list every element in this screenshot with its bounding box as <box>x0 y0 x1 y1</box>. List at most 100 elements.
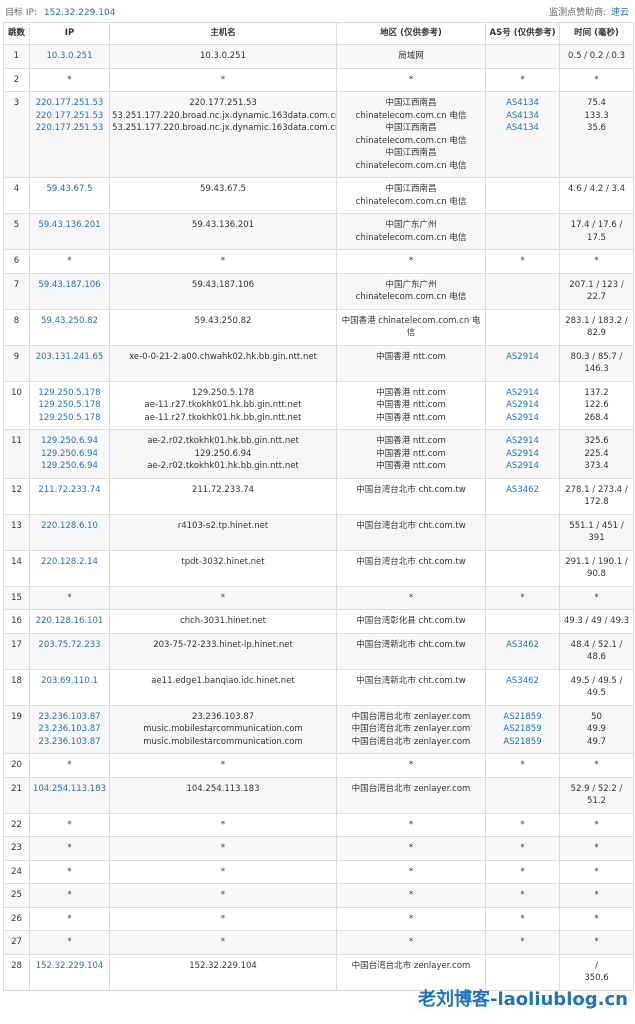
traceroute-table: 跳数 IP 主机名 地区 (仅供参考) AS号 (仅供参考) 时间 (毫秒) 1… <box>3 22 634 991</box>
hostname-cell: * <box>109 836 337 861</box>
region-text: 中国香港 chinatelecom.com.cn 电信 <box>341 315 481 339</box>
ip-link[interactable]: 220.177.251.53 <box>32 97 107 110</box>
ip-link[interactable]: 129.250.5.178 <box>32 399 107 412</box>
ip-link[interactable]: 203.131.241.65 <box>32 351 107 364</box>
as-link[interactable]: AS21859 <box>488 711 557 724</box>
as-link[interactable]: AS2914 <box>488 460 557 473</box>
ip-link[interactable]: 23.236.103.87 <box>32 723 107 736</box>
region-text: 中国台湾台北市 cht.com.tw <box>356 520 466 531</box>
as-link[interactable]: AS2914 <box>488 448 557 461</box>
region-text: 中国江西南昌 <box>385 98 437 108</box>
as-link[interactable]: AS3462 <box>488 639 557 652</box>
ip-link[interactable]: 220.177.251.53 <box>32 122 107 135</box>
region-cell: 中国广东广州 chinatelecom.com.cn 电信 <box>336 272 486 310</box>
table-row: 22 * * * * * <box>3 812 634 837</box>
as-link[interactable]: AS2914 <box>488 399 557 412</box>
as-cell: * <box>485 812 560 837</box>
ip-link[interactable]: 23.236.103.87 <box>32 736 107 749</box>
ip-link[interactable]: 59.43.136.201 <box>32 219 107 232</box>
region-cell: 中国香港 ntt.com <box>336 344 486 382</box>
ip-link[interactable]: 220.128.6.10 <box>32 520 107 533</box>
region-cell: 局域网 <box>336 44 486 69</box>
ip-link[interactable]: 59.43.250.82 <box>32 315 107 328</box>
ip-link[interactable]: 203.69.110.1 <box>32 675 107 688</box>
ip-link[interactable]: 220.177.251.53 <box>32 110 107 123</box>
region-cell: 中国香港 ntt.com 中国香港 ntt.com 中国香港 ntt.com <box>336 380 486 430</box>
hostname-text: 129.250.6.94 <box>194 448 252 459</box>
ip-link[interactable]: 220.128.2.14 <box>32 556 107 569</box>
ip-link[interactable]: 129.250.5.178 <box>32 387 107 400</box>
ip-link[interactable]: 220.128.16.101 <box>32 615 107 628</box>
region-cell: 中国台湾彰化县 cht.com.tw <box>336 609 486 634</box>
hostname-text: * <box>220 843 226 853</box>
as-link[interactable]: AS4134 <box>488 122 557 135</box>
hop-cell: 27 <box>3 930 30 955</box>
hop-cell: 7 <box>3 272 30 310</box>
as-cell <box>485 776 560 814</box>
ip-link[interactable]: 129.250.5.178 <box>32 412 107 425</box>
as-link: * <box>520 866 525 877</box>
ip-link[interactable]: 10.3.0.251 <box>32 50 107 63</box>
as-cell: AS3462 <box>485 668 560 706</box>
as-link[interactable]: AS21859 <box>488 723 557 736</box>
ip-cell: 104.254.113.183 <box>29 776 110 814</box>
region-cell: 中国台湾台北市 zenlayer.com 中国台湾台北市 zenlayer.com… <box>336 704 486 754</box>
ip-link[interactable]: 129.250.6.94 <box>32 460 107 473</box>
region-text: * <box>408 913 414 924</box>
hostname-cell: 104.254.113.183 <box>109 776 337 814</box>
as-link[interactable]: AS2914 <box>488 412 557 425</box>
top-bar: 目标 IP: 152.32.229.104 监测点赞助商: 速云 <box>0 0 635 22</box>
region-text: 中国台湾彰化县 cht.com.tw <box>356 616 466 626</box>
region-text: * <box>408 760 414 770</box>
as-link[interactable]: AS4134 <box>488 110 557 123</box>
ip-link[interactable]: 203.75.72.233 <box>32 639 107 652</box>
ip-link[interactable]: 59.43.187.106 <box>32 279 107 292</box>
ip-link[interactable]: 104.254.113.183 <box>32 783 107 796</box>
hostname-text: music.mobilestarcommunication.com <box>143 724 303 734</box>
hostname-text: music.mobilestarcommunication.com <box>143 736 303 747</box>
time-cell: * <box>559 906 634 931</box>
col-as-header: AS号 (仅供参考) <box>485 22 560 45</box>
ip-cell: * <box>29 585 110 610</box>
as-link[interactable]: AS21859 <box>488 736 557 749</box>
ip-link: * <box>67 819 72 830</box>
as-cell <box>485 308 560 346</box>
as-link[interactable]: AS4134 <box>488 97 557 110</box>
region-text: 中国江西南昌 <box>385 184 437 194</box>
region-text: * <box>408 937 414 947</box>
region-text: * <box>408 74 414 85</box>
ip-cell: 220.128.16.101 <box>29 609 110 634</box>
target-ip[interactable]: 152.32.229.104 <box>44 8 116 18</box>
ip-link: * <box>67 760 72 770</box>
time-cell: 75.4 133.3 35.6 <box>559 91 634 178</box>
as-cell: AS21859 AS21859 AS21859 <box>485 704 560 754</box>
table-row: 11 129.250.6.94 129.250.6.94 129.250.6.94 ae… <box>3 429 634 479</box>
as-link[interactable]: AS3462 <box>488 484 557 497</box>
as-link[interactable]: AS3462 <box>488 675 557 688</box>
ip-link[interactable]: 129.250.6.94 <box>32 448 107 461</box>
hostname-text: * <box>220 866 226 877</box>
as-link[interactable]: AS2914 <box>488 351 557 364</box>
as-link: * <box>520 760 525 770</box>
ip-link[interactable]: 211.72.233.74 <box>32 484 107 497</box>
ip-cell: * <box>29 859 110 884</box>
region-text: 局域网 <box>398 51 424 61</box>
ip-link[interactable]: 129.250.6.94 <box>32 435 107 448</box>
ip-link[interactable]: 152.32.229.104 <box>32 960 107 973</box>
table-row: 26 * * * * * <box>3 906 634 931</box>
region-cell: * <box>336 883 486 908</box>
time-cell: 283.1 / 183.2 / 82.9 <box>559 308 634 346</box>
table-row: 17 203.75.72.233 203-75-72-233.hinet-ip.hi… <box>3 632 634 670</box>
ip-link[interactable]: 59.43.67.5 <box>32 183 107 196</box>
as-link[interactable]: AS2914 <box>488 387 557 400</box>
ip-link[interactable]: 23.236.103.87 <box>32 711 107 724</box>
hostname-cell: * <box>109 859 337 884</box>
region-text: 中国台湾台北市 cht.com.tw <box>356 556 466 567</box>
as-link[interactable]: AS2914 <box>488 435 557 448</box>
hop-cell: 11 <box>3 429 30 479</box>
region-cell: * <box>336 585 486 610</box>
sponsor-link[interactable]: 速云 <box>611 8 629 18</box>
hop-cell: 4 <box>3 177 30 214</box>
ip-cell: * <box>29 883 110 908</box>
hop-cell: 13 <box>3 513 30 551</box>
